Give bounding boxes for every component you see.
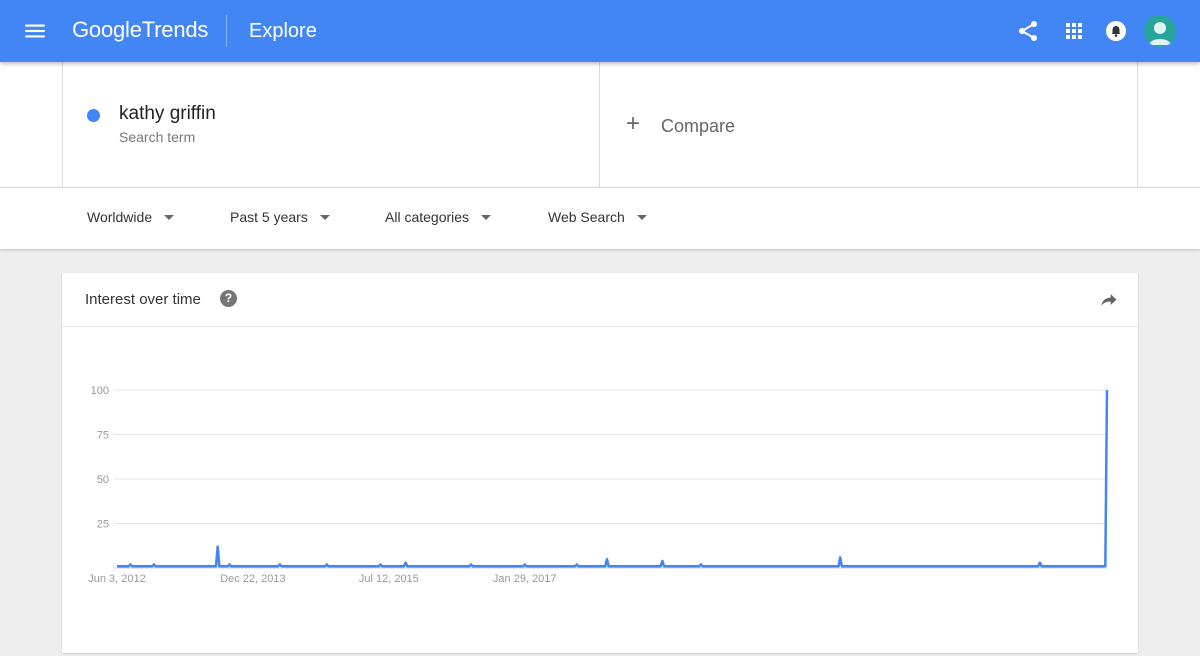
x-tick-label: Jul 12, 2015 — [359, 573, 419, 585]
google-trends-logo[interactable]: GoogleTrends — [72, 15, 208, 45]
header-divider — [226, 15, 227, 47]
series-line — [117, 389, 1109, 568]
time-range-value: Past 5 years — [230, 209, 308, 225]
x-axis-ticks: Jun 3, 2012 Dec 22, 2013 Jul 12, 2015 Jan 2… — [88, 573, 556, 585]
region-value: Worldwide — [87, 209, 153, 225]
chart-grid — [114, 389, 1107, 569]
logo-trends-text: Trends — [141, 17, 209, 42]
y-tick-label: 25 — [97, 519, 109, 531]
avatar-person-icon — [1149, 22, 1171, 45]
search-term-name[interactable]: kathy griffin — [119, 103, 216, 125]
time-range-dropdown[interactable]: Past 5 years — [230, 209, 330, 225]
y-tick-label: 50 — [97, 474, 109, 486]
dropdown-arrow-icon — [481, 215, 492, 220]
menu-icon[interactable] — [22, 18, 48, 44]
compare-button[interactable]: Compare — [661, 116, 735, 137]
filter-bar: Worldwide Past 5 years All categories We… — [0, 187, 1200, 249]
interest-over-time-card: Interest over time ? 100 75 50 25 Jun 3, 20… — [62, 273, 1138, 653]
dropdown-arrow-icon — [319, 215, 330, 220]
search-term-type: Search term — [119, 129, 196, 145]
share-icon[interactable] — [1016, 19, 1040, 43]
interest-line-chart: 100 75 50 25 Jun 3, 2012 Dec 22, 2013 Jul 12,… — [88, 385, 1109, 585]
search-type-value: Web Search — [548, 209, 625, 225]
add-icon: + — [626, 110, 641, 137]
y-tick-label: 75 — [97, 430, 109, 442]
x-tick-label: Dec 22, 2013 — [220, 573, 285, 585]
top-app-bar: GoogleTrends Explore — [0, 0, 1200, 62]
y-tick-label: 100 — [91, 385, 109, 397]
x-tick-label: Jun 3, 2012 — [88, 573, 146, 585]
search-type-dropdown[interactable]: Web Search — [548, 209, 647, 225]
term-color-dot — [87, 109, 100, 122]
notification-bell-icon[interactable] — [1106, 21, 1126, 41]
search-terms-panel: kathy griffin Search term + Compare — [0, 62, 1200, 187]
category-value: All categories — [385, 209, 470, 225]
apps-grid-icon[interactable] — [1062, 19, 1086, 43]
search-term-card[interactable]: kathy griffin Search term — [62, 62, 600, 187]
dropdown-arrow-icon — [164, 215, 175, 220]
compare-card[interactable]: + Compare — [600, 62, 1138, 187]
region-dropdown[interactable]: Worldwide — [87, 209, 175, 225]
chart-series — [117, 389, 1109, 568]
logo-google-text: Google — [72, 17, 142, 42]
dropdown-arrow-icon — [636, 215, 647, 220]
x-tick-label: Jan 29, 2017 — [493, 573, 557, 585]
category-dropdown[interactable]: All categories — [385, 209, 492, 225]
y-axis-ticks: 100 75 50 25 — [91, 385, 109, 531]
account-avatar[interactable] — [1144, 15, 1176, 47]
page-title: Explore — [249, 20, 317, 42]
